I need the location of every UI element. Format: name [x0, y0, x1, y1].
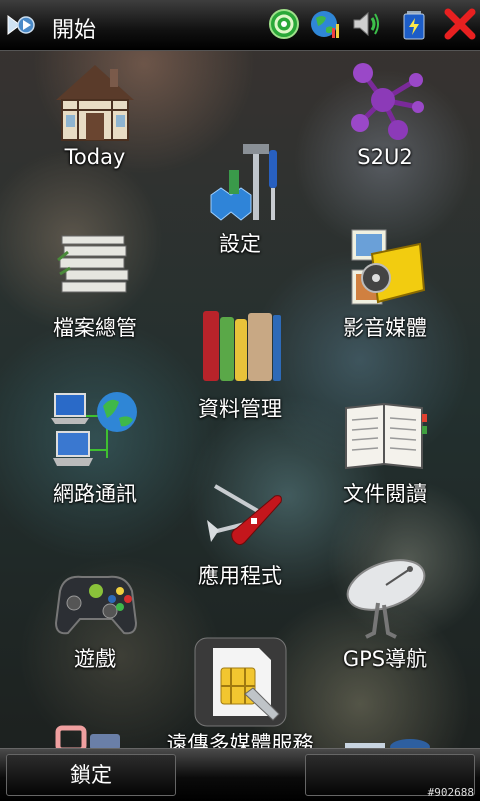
lock-softkey[interactable]: 鎖定: [6, 754, 176, 796]
partial-icon-left: [55, 725, 120, 750]
globe-network-icon[interactable]: [310, 8, 342, 40]
sim-card-icon: [194, 637, 286, 727]
app-network[interactable]: 網路通訊: [15, 388, 175, 508]
app-applications[interactable]: 應用程式: [160, 472, 320, 590]
start-logo-icon[interactable]: [6, 12, 38, 38]
app-file-explorer[interactable]: 檔案總管: [15, 222, 175, 342]
app-gps[interactable]: GPS導航: [305, 555, 465, 673]
house-icon: [55, 65, 134, 141]
close-icon[interactable]: [444, 8, 476, 40]
network-computers-icon: [51, 392, 137, 466]
open-book-icon: [344, 402, 427, 470]
swiss-knife-icon: [206, 484, 282, 546]
page-title[interactable]: 開始: [52, 12, 96, 44]
watermark-text: #902688: [427, 786, 474, 799]
app-multimedia-service[interactable]: 遠傳多媒體服務: [160, 636, 320, 758]
papers-stack-icon: [56, 235, 128, 293]
top-bar: 開始: [0, 0, 480, 51]
satellite-dish-icon: [346, 559, 425, 639]
tools-settings-icon: [210, 144, 277, 221]
app-games[interactable]: 遊戲: [15, 555, 175, 673]
app-data-manager[interactable]: 資料管理: [160, 305, 320, 423]
connection-icon[interactable]: [268, 8, 300, 40]
app-s2u2[interactable]: S2U2: [305, 55, 465, 169]
media-film-icon: [351, 229, 425, 305]
bottom-bar: 鎖定 #902688: [0, 748, 480, 801]
app-media[interactable]: 影音媒體: [305, 222, 465, 342]
app-settings[interactable]: 設定: [160, 140, 320, 258]
books-icon: [202, 311, 281, 381]
app-today[interactable]: Today: [15, 55, 175, 169]
molecule-icon: [350, 63, 424, 140]
volume-icon[interactable]: [350, 8, 382, 40]
battery-icon[interactable]: [398, 8, 430, 40]
app-document-reader[interactable]: 文件閱讀: [305, 388, 465, 508]
gamepad-icon: [54, 575, 137, 635]
